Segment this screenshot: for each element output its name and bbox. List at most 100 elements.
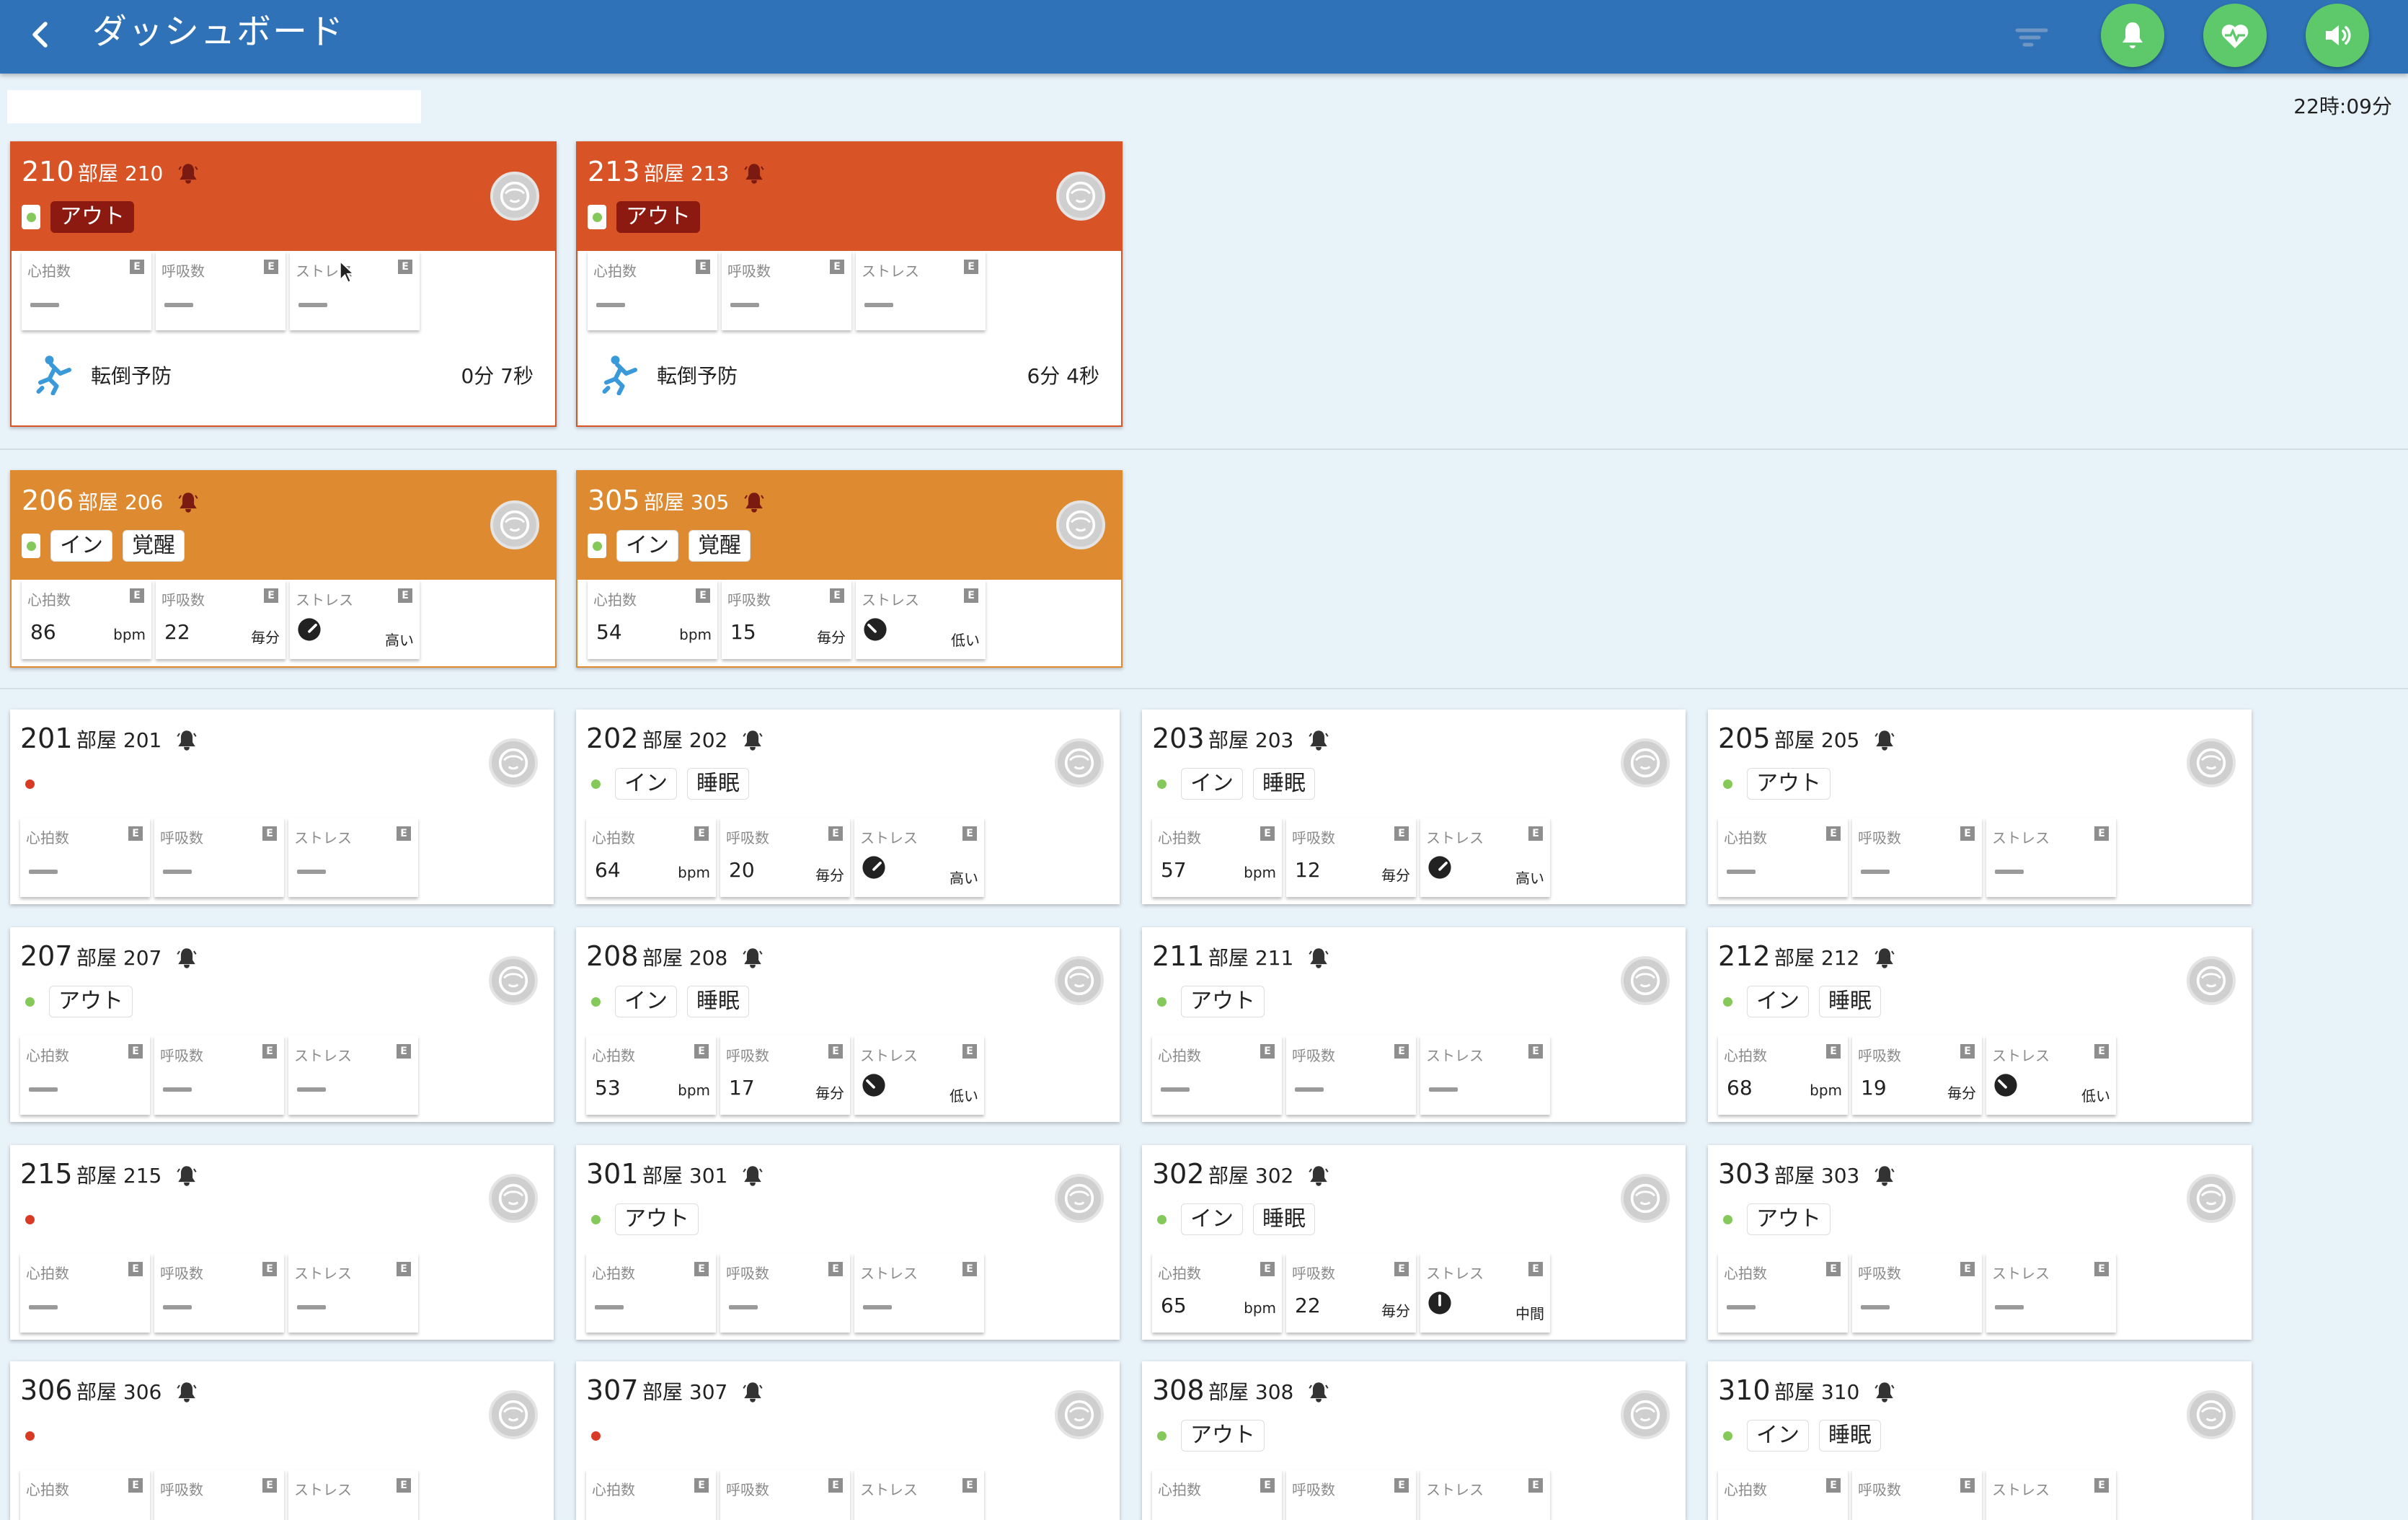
alarm-bell-icon[interactable] bbox=[1306, 728, 1331, 753]
room-card[interactable]: 307 部屋 307 心拍数 E 呼吸数 E ストレス E bbox=[576, 1361, 1120, 1520]
stress-tile[interactable]: ストレス E bbox=[288, 818, 418, 897]
resident-avatar[interactable] bbox=[1055, 1390, 1104, 1439]
respiration-tile[interactable]: 呼吸数 E 12 毎分 bbox=[1286, 818, 1416, 897]
heart-rate-tile[interactable]: 心拍数 E bbox=[586, 1253, 716, 1333]
respiration-tile[interactable]: 呼吸数 E 15 毎分 bbox=[722, 580, 851, 659]
heart-rate-tile[interactable]: 心拍数 E bbox=[20, 1253, 150, 1333]
room-card[interactable]: 213 部屋 213 アウト 心拍数 E 呼吸数 E ストレス E 転倒予防 6分 4秒 bbox=[576, 141, 1123, 427]
notifications-button[interactable] bbox=[2101, 4, 2164, 67]
heart-rate-tile[interactable]: 心拍数 E bbox=[1152, 1470, 1282, 1520]
alarm-bell-icon[interactable] bbox=[174, 728, 199, 753]
resident-avatar[interactable] bbox=[490, 500, 539, 549]
stress-tile[interactable]: ストレス E 低い bbox=[856, 580, 986, 659]
room-card[interactable]: 201 部屋 201 心拍数 E 呼吸数 E ストレス E bbox=[10, 710, 554, 904]
respiration-tile[interactable]: 呼吸数 E bbox=[1852, 818, 1982, 897]
respiration-tile[interactable]: 呼吸数 E 20 毎分 bbox=[720, 818, 850, 897]
alarm-bell-icon[interactable] bbox=[1872, 946, 1897, 971]
heart-rate-tile[interactable]: 心拍数 E 57 bpm bbox=[1152, 818, 1282, 897]
room-card[interactable]: 202 部屋 202 イン 睡眠 心拍数 E 64 bpm 呼吸数 E 20 毎分 ストレス E 高い bbox=[576, 710, 1120, 904]
respiration-tile[interactable]: 呼吸数 E bbox=[156, 251, 285, 330]
alarm-bell-icon[interactable] bbox=[174, 1164, 199, 1188]
resident-avatar[interactable] bbox=[1621, 738, 1670, 787]
stress-tile[interactable]: ストレス E bbox=[1986, 818, 2116, 897]
resident-avatar[interactable] bbox=[1621, 1174, 1670, 1223]
respiration-tile[interactable]: 呼吸数 E bbox=[722, 251, 851, 330]
stress-tile[interactable]: ストレス E bbox=[854, 1253, 984, 1333]
heart-rate-tile[interactable]: 心拍数 E bbox=[20, 818, 150, 897]
stress-tile[interactable]: ストレス E bbox=[288, 1253, 418, 1333]
respiration-tile[interactable]: 呼吸数 E 22 毎分 bbox=[156, 580, 285, 659]
alarm-bell-icon[interactable] bbox=[1872, 1380, 1897, 1405]
resident-avatar[interactable] bbox=[489, 738, 538, 787]
heart-rate-tile[interactable]: 心拍数 E 53 bpm bbox=[586, 1035, 716, 1115]
respiration-tile[interactable]: 呼吸数 E bbox=[1286, 1035, 1416, 1115]
stress-tile[interactable]: ストレス E bbox=[1420, 1035, 1550, 1115]
room-card[interactable]: 208 部屋 208 イン 睡眠 心拍数 E 53 bpm 呼吸数 E 17 毎分 ストレス E 低い bbox=[576, 927, 1120, 1122]
respiration-tile[interactable]: 呼吸数 E 19 毎分 bbox=[1852, 1035, 1982, 1115]
stress-tile[interactable]: ストレス E 低い bbox=[854, 1035, 984, 1115]
room-card[interactable]: 215 部屋 215 心拍数 E 呼吸数 E ストレス E bbox=[10, 1145, 554, 1340]
resident-avatar[interactable] bbox=[1055, 956, 1104, 1005]
vitals-button[interactable] bbox=[2203, 4, 2267, 67]
resident-avatar[interactable] bbox=[489, 956, 538, 1005]
alarm-bell-icon[interactable] bbox=[742, 490, 766, 515]
respiration-tile[interactable]: 呼吸数 E bbox=[154, 1470, 284, 1520]
alarm-bell-icon[interactable] bbox=[1306, 1380, 1331, 1405]
resident-avatar[interactable] bbox=[2187, 956, 2236, 1005]
room-card[interactable]: 206 部屋 206 イン 覚醒 心拍数 E 86 bpm 呼吸数 E 22 毎分 ストレス E 高い bbox=[10, 470, 557, 668]
alarm-bell-icon[interactable] bbox=[740, 1380, 765, 1405]
alarm-bell-icon[interactable] bbox=[174, 1380, 199, 1405]
stress-tile[interactable]: ストレス E bbox=[1420, 1470, 1550, 1520]
heart-rate-tile[interactable]: 心拍数 E bbox=[1718, 1253, 1848, 1333]
respiration-tile[interactable]: 呼吸数 E 22 毎分 bbox=[1286, 1253, 1416, 1333]
sound-button[interactable] bbox=[2306, 4, 2369, 67]
respiration-tile[interactable]: 呼吸数 E bbox=[154, 818, 284, 897]
room-card[interactable]: 303 部屋 303 アウト 心拍数 E 呼吸数 E ストレス E bbox=[1708, 1145, 2252, 1340]
search-input[interactable] bbox=[7, 90, 421, 123]
heart-rate-tile[interactable]: 心拍数 E bbox=[22, 251, 151, 330]
alarm-bell-icon[interactable] bbox=[740, 1164, 765, 1188]
room-card[interactable]: 207 部屋 207 アウト 心拍数 E 呼吸数 E ストレス E bbox=[10, 927, 554, 1122]
resident-avatar[interactable] bbox=[2187, 738, 2236, 787]
room-card[interactable]: 212 部屋 212 イン 睡眠 心拍数 E 68 bpm 呼吸数 E 19 毎分 ストレス E 低い bbox=[1708, 927, 2252, 1122]
alarm-bell-icon[interactable] bbox=[1872, 728, 1897, 753]
respiration-tile[interactable]: 呼吸数 E bbox=[1852, 1253, 1982, 1333]
heart-rate-tile[interactable]: 心拍数 E 64 bpm bbox=[586, 818, 716, 897]
resident-avatar[interactable] bbox=[1056, 500, 1105, 549]
heart-rate-tile[interactable]: 心拍数 E bbox=[1152, 1035, 1282, 1115]
stress-tile[interactable]: ストレス E bbox=[854, 1470, 984, 1520]
heart-rate-tile[interactable]: 心拍数 E bbox=[1718, 818, 1848, 897]
alarm-bell-icon[interactable] bbox=[176, 162, 200, 186]
heart-rate-tile[interactable]: 心拍数 E 86 bpm bbox=[22, 580, 151, 659]
respiration-tile[interactable]: 呼吸数 E bbox=[1852, 1470, 1982, 1520]
heart-rate-tile[interactable]: 心拍数 E 68 bpm bbox=[1718, 1035, 1848, 1115]
fall-prevention-row[interactable]: 転倒予防 0分 7秒 bbox=[12, 337, 555, 410]
room-card[interactable]: 306 部屋 306 心拍数 E 呼吸数 E ストレス E bbox=[10, 1361, 554, 1520]
resident-avatar[interactable] bbox=[1621, 956, 1670, 1005]
room-card[interactable]: 211 部屋 211 アウト 心拍数 E 呼吸数 E ストレス E bbox=[1142, 927, 1686, 1122]
stress-tile[interactable]: ストレス E bbox=[288, 1470, 418, 1520]
room-card[interactable]: 301 部屋 301 アウト 心拍数 E 呼吸数 E ストレス E bbox=[576, 1145, 1120, 1340]
stress-tile[interactable]: ストレス E bbox=[288, 1035, 418, 1115]
respiration-tile[interactable]: 呼吸数 E bbox=[1286, 1470, 1416, 1520]
respiration-tile[interactable]: 呼吸数 E bbox=[720, 1253, 850, 1333]
heart-rate-tile[interactable]: 心拍数 E bbox=[588, 251, 717, 330]
alarm-bell-icon[interactable] bbox=[1306, 1164, 1331, 1188]
room-card[interactable]: 205 部屋 205 アウト 心拍数 E 呼吸数 E ストレス E bbox=[1708, 710, 2252, 904]
stress-tile[interactable]: ストレス E 高い bbox=[1420, 818, 1550, 897]
alarm-bell-icon[interactable] bbox=[1872, 1164, 1897, 1188]
respiration-tile[interactable]: 呼吸数 E bbox=[720, 1470, 850, 1520]
sort-filter-button[interactable] bbox=[2010, 16, 2053, 59]
resident-avatar[interactable] bbox=[1056, 172, 1105, 221]
stress-tile[interactable]: ストレス E 低い bbox=[1986, 1035, 2116, 1115]
heart-rate-tile[interactable]: 心拍数 E bbox=[1718, 1470, 1848, 1520]
heart-rate-tile[interactable]: 心拍数 E bbox=[20, 1470, 150, 1520]
room-card[interactable]: 308 部屋 308 アウト 心拍数 E 呼吸数 E ストレス E bbox=[1142, 1361, 1686, 1520]
alarm-bell-icon[interactable] bbox=[740, 728, 765, 753]
stress-tile[interactable]: ストレス E 中間 bbox=[1420, 1253, 1550, 1333]
heart-rate-tile[interactable]: 心拍数 E 65 bpm bbox=[1152, 1253, 1282, 1333]
room-card[interactable]: 302 部屋 302 イン 睡眠 心拍数 E 65 bpm 呼吸数 E 22 毎分 ストレス E 中間 bbox=[1142, 1145, 1686, 1340]
resident-avatar[interactable] bbox=[490, 172, 539, 221]
heart-rate-tile[interactable]: 心拍数 E bbox=[586, 1470, 716, 1520]
alarm-bell-icon[interactable] bbox=[1306, 946, 1331, 971]
